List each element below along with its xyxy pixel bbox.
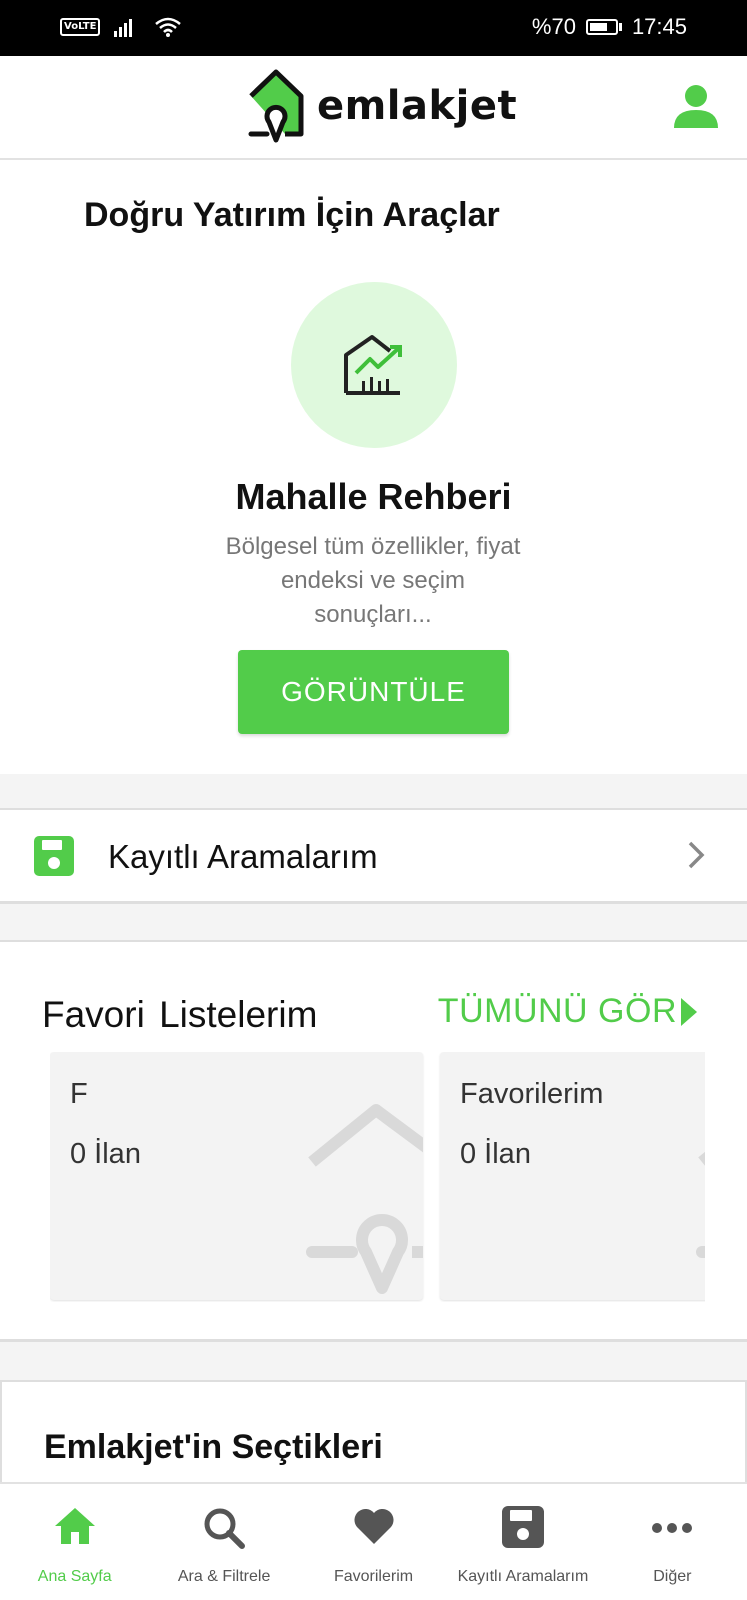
nav-item-more[interactable]: Diğer	[598, 1484, 747, 1600]
house-watermark-icon	[696, 1151, 705, 1258]
tools-section-title: Doğru Yatırım İçin Araçlar	[84, 196, 500, 234]
status-left: VoLTE	[60, 16, 182, 38]
logo-text: emlakjet	[317, 83, 518, 129]
profile-icon[interactable]	[673, 84, 719, 128]
nav-item-home[interactable]: Ana Sayfa	[0, 1484, 149, 1600]
section-divider	[0, 904, 747, 940]
clock: 17:45	[631, 14, 687, 39]
tool-card-title: Mahalle Rehberi	[235, 476, 512, 517]
save-icon	[34, 836, 74, 876]
section-divider	[0, 774, 747, 808]
volte-badge: VoLTE	[60, 18, 101, 36]
nav-item-saved-searches[interactable]: Kayıtlı Aramalarım	[448, 1484, 597, 1600]
home-icon	[54, 1508, 95, 1544]
tool-icon-circle	[291, 282, 457, 448]
tools-section: Doğru Yatırım İçin Araçlar Mahalle Rehbe…	[0, 160, 747, 774]
nav-label-favorites: Favorilerim	[333, 1568, 414, 1585]
logo[interactable]: emlakjet	[247, 68, 517, 144]
see-all-link[interactable]: TÜMÜNÜ GÖR	[438, 992, 697, 1031]
nav-label-search: Ara & Filtrele	[177, 1568, 271, 1585]
favorites-section: Favori Listelerim TÜMÜNÜ GÖR F 0 İlan Fa…	[0, 940, 747, 1342]
wifi-icon	[155, 17, 182, 37]
house-watermark-icon	[306, 1104, 423, 1294]
nav-label-more: Diğer	[653, 1568, 692, 1585]
chart-house-icon	[344, 335, 402, 395]
logo-house-icon	[248, 69, 304, 143]
favorite-list-card[interactable]: F 0 İlan	[50, 1052, 423, 1300]
nav-item-search[interactable]: Ara & Filtrele	[149, 1484, 298, 1600]
nav-label-home: Ana Sayfa	[37, 1568, 112, 1585]
signal-icon	[114, 19, 133, 37]
nav-item-favorites[interactable]: Favorilerim	[299, 1484, 448, 1600]
battery-percent: %70	[531, 14, 576, 39]
search-icon	[204, 1508, 246, 1549]
saved-searches-label: Kayıtlı Aramalarım	[108, 838, 378, 875]
heart-icon	[354, 1508, 394, 1544]
favorite-list-name: F	[70, 1078, 88, 1110]
bottom-nav: Ana Sayfa Ara & Filtrele Favorilerim Kay…	[0, 1482, 747, 1600]
favorites-carousel[interactable]: F 0 İlan Favorilerim 0 İlan	[50, 1052, 705, 1302]
favorite-list-count: 0 İlan	[70, 1138, 141, 1170]
status-right: %70 17:45	[532, 14, 687, 40]
more-icon	[652, 1523, 693, 1533]
chevron-right-icon	[688, 841, 705, 869]
favorite-list-count: 0 İlan	[460, 1138, 531, 1170]
favorite-list-card[interactable]: Favorilerim 0 İlan	[440, 1052, 705, 1300]
favorites-title: Favori Listelerim	[42, 994, 318, 1035]
status-bar: VoLTE %70 17:45	[0, 0, 747, 56]
picks-title: Emlakjet'in Seçtikleri	[44, 1428, 383, 1466]
favorite-list-name: Favorilerim	[460, 1078, 604, 1110]
tool-card-description: Bölgesel tüm özellikler, fiyat endeksi v…	[225, 533, 521, 628]
view-button[interactable]: GÖRÜNTÜLE	[238, 650, 509, 734]
battery-icon	[585, 19, 622, 35]
nav-label-saved-searches: Kayıtlı Aramalarım	[457, 1568, 589, 1585]
section-divider	[0, 1342, 747, 1380]
save-icon	[501, 1506, 544, 1548]
app-header: emlakjet	[0, 56, 747, 160]
play-arrow-icon	[681, 997, 697, 1026]
saved-searches-row[interactable]: Kayıtlı Aramalarım	[0, 808, 747, 904]
picks-section: Emlakjet'in Seçtikleri	[0, 1380, 747, 1482]
see-all-label: TÜMÜNÜ GÖR	[437, 992, 677, 1030]
